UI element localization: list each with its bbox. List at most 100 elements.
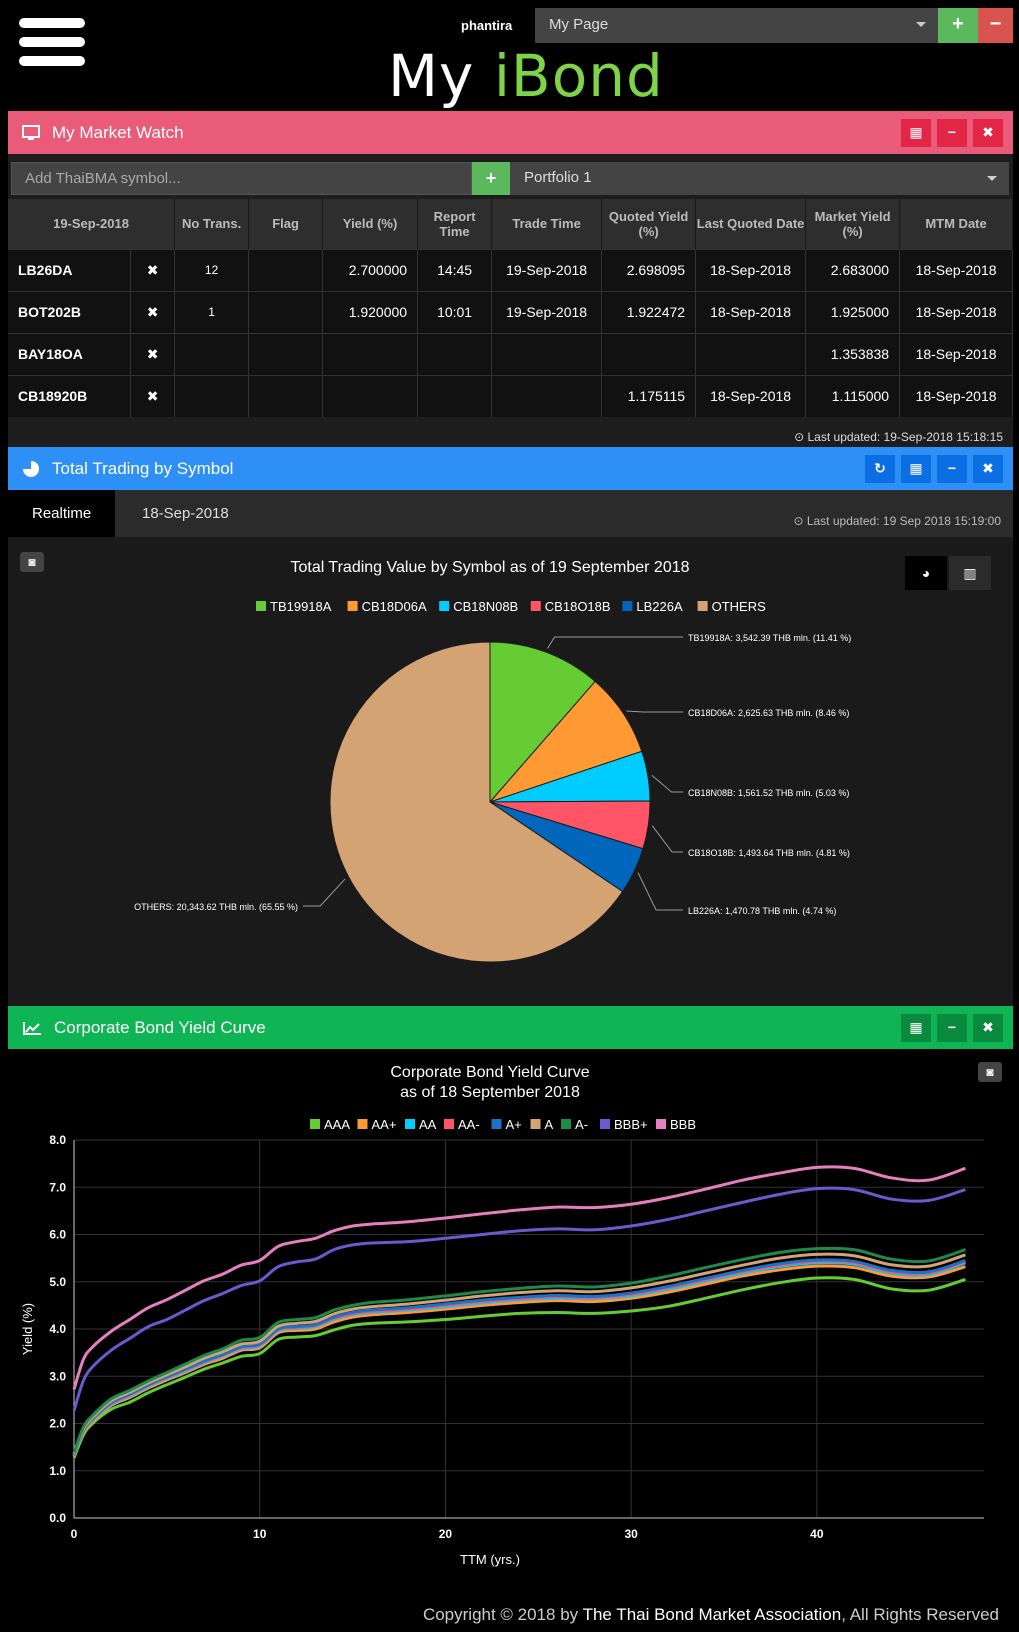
flag-cell [248, 374, 324, 417]
legend-swatch [530, 601, 541, 611]
add-page-button[interactable]: + [938, 8, 978, 43]
table-row[interactable]: LB26DA ✖ 12 2.700000 14:45 19-Sep-2018 2.69809… [8, 248, 1013, 291]
slice-connector [637, 872, 683, 911]
app-logo: My iBond [388, 42, 664, 110]
market-watch-body: Add ThaiBMA symbol... + Portfolio 1 19-S… [8, 154, 1013, 447]
remove-symbol-button[interactable]: ✖ [130, 332, 176, 375]
no-trans-cell: 12 [174, 248, 250, 291]
menu-icon[interactable] [19, 18, 85, 68]
slice-connector [303, 878, 346, 907]
minimize-button[interactable]: − [937, 1014, 967, 1042]
column-header[interactable]: Last Quoted Date [695, 199, 807, 249]
tab-previous-day[interactable]: 18-Sep-2018 [118, 490, 253, 537]
legend-swatch [256, 601, 266, 611]
series-line[interactable] [72, 1276, 966, 1459]
legend-item[interactable]: A [545, 1117, 554, 1132]
legend-swatch [656, 1119, 666, 1129]
legend-item[interactable]: AAA [324, 1117, 350, 1132]
logo-my: My [388, 42, 494, 110]
slice-connector [547, 636, 683, 649]
add-symbol-button[interactable]: + [472, 162, 510, 195]
market-yield-cell: 1.353838 [805, 332, 901, 375]
page-select[interactable]: My Page [535, 8, 938, 43]
legend-item[interactable]: CB18N08B [453, 599, 518, 614]
bar-view-button[interactable]: ▥ [949, 556, 991, 590]
column-header[interactable]: No Trans. [174, 199, 250, 249]
legend-item[interactable]: BBB+ [614, 1117, 648, 1132]
remove-page-button[interactable]: − [978, 8, 1013, 43]
column-header[interactable]: Report Time [417, 199, 493, 249]
legend-item[interactable]: AA+ [372, 1117, 397, 1132]
last-updated-text: Last updated: 19 Sep 2018 15:19:00 [806, 514, 1001, 528]
trading-last-updated: ⊙ Last updated: 19 Sep 2018 15:19:00 [793, 514, 1001, 528]
market-yield-cell: 1.115000 [805, 374, 901, 417]
column-header[interactable]: Trade Time [491, 199, 603, 249]
legend-item[interactable]: A+ [506, 1117, 522, 1132]
market-yield-cell: 1.925000 [805, 290, 901, 333]
symbol-cell: BAY18OA [8, 332, 132, 375]
close-button[interactable]: ✖ [973, 1014, 1003, 1042]
calendar-button[interactable]: ▦ [901, 455, 931, 483]
yield-cell: 1.920000 [322, 290, 419, 333]
y-tick-label: 2.0 [49, 1417, 66, 1431]
column-header[interactable]: MTM Date [899, 199, 1013, 249]
quoted-yield-cell: 1.175115 [601, 374, 697, 417]
legend-item[interactable]: LB226A [636, 599, 683, 614]
report-time-cell [417, 332, 493, 375]
minimize-button[interactable]: − [937, 119, 967, 147]
report-time-cell: 14:45 [417, 248, 493, 291]
column-header[interactable]: Yield (%) [322, 199, 419, 249]
legend-item[interactable]: OTHERS [712, 599, 767, 614]
line-chart-icon [23, 1021, 41, 1035]
remove-symbol-button[interactable]: ✖ [130, 248, 176, 291]
legend-item[interactable]: CB18O18B [545, 599, 611, 614]
legend-item[interactable]: AA [419, 1117, 437, 1132]
last-quoted-date-cell: 18-Sep-2018 [695, 290, 807, 333]
calendar-button[interactable]: ▦ [901, 119, 931, 147]
pie-view-button[interactable]: ◕ [905, 556, 947, 590]
close-button[interactable]: ✖ [973, 455, 1003, 483]
legend-item[interactable]: CB18D06A [362, 599, 427, 614]
table-row[interactable]: BOT202B ✖ 1 1.920000 10:01 19-Sep-2018 1.92247… [8, 290, 1013, 333]
x-tick-label: 40 [810, 1527, 824, 1541]
symbol-cell: BOT202B [8, 290, 132, 333]
legend-item[interactable]: TB19918A [270, 599, 332, 614]
column-header[interactable]: Flag [248, 199, 324, 249]
symbol-input[interactable]: Add ThaiBMA symbol... [11, 162, 472, 195]
y-tick-label: 5.0 [49, 1275, 66, 1289]
x-axis-label: TTM (yrs.) [460, 1552, 520, 1567]
column-header[interactable]: Quoted Yield (%) [601, 199, 697, 249]
calendar-button[interactable]: ▦ [901, 1014, 931, 1042]
chevron-down-icon [987, 176, 997, 181]
trade-time-cell: 19-Sep-2018 [491, 290, 603, 333]
table-row[interactable]: CB18920B ✖ 1.175115 18-Sep-2018 1.115000 18-S… [8, 374, 1013, 417]
remove-symbol-button[interactable]: ✖ [130, 374, 176, 417]
legend-item[interactable]: BBB [670, 1117, 696, 1132]
pie-chart: Total Trading Value by Symbol as of 19 S… [134, 559, 851, 963]
legend-item[interactable]: A- [575, 1117, 588, 1132]
footer-org[interactable]: The Thai Bond Market Association [583, 1605, 842, 1624]
logo-ibond: iBond [493, 42, 664, 110]
minimize-button[interactable]: − [937, 455, 967, 483]
quoted-yield-cell [601, 332, 697, 375]
legend-swatch [439, 601, 450, 611]
legend-item[interactable]: AA- [458, 1117, 480, 1132]
camera-button[interactable]: ◙ [978, 1062, 1002, 1082]
legend-swatch [491, 1119, 502, 1129]
column-header[interactable]: Market Yield (%) [805, 199, 901, 249]
flag-cell [248, 290, 324, 333]
table-row[interactable]: BAY18OA ✖ 1.353838 18-Sep-2018 [8, 332, 1013, 375]
portfolio-select[interactable]: Portfolio 1 [510, 162, 1009, 195]
legend-swatch [622, 601, 633, 611]
y-tick-label: 3.0 [49, 1369, 66, 1383]
camera-button[interactable]: ◙ [20, 552, 44, 572]
no-trans-cell [174, 332, 250, 375]
trading-title: Total Trading by Symbol [52, 458, 234, 478]
x-tick-label: 0 [71, 1527, 78, 1541]
close-button[interactable]: ✖ [973, 119, 1003, 147]
tab-realtime[interactable]: Realtime [8, 490, 116, 537]
page-select-value: My Page [549, 16, 609, 33]
column-header[interactable]: 19-Sep-2018 [8, 199, 176, 249]
refresh-button[interactable]: ↻ [865, 455, 895, 483]
remove-symbol-button[interactable]: ✖ [130, 290, 176, 333]
